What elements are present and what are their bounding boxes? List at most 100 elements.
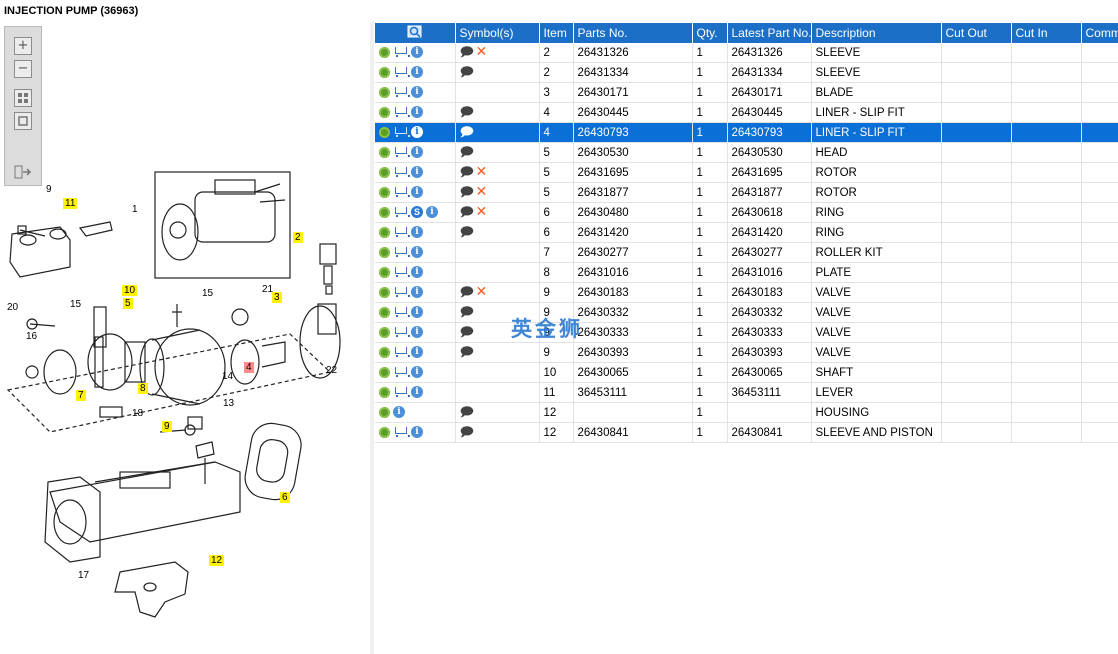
comment-bubble-icon[interactable]: 🗩 — [460, 286, 474, 299]
callout-20[interactable]: 20 — [5, 302, 20, 313]
delete-x-icon[interactable]: ✕ — [476, 185, 489, 199]
gear-icon[interactable] — [379, 386, 390, 398]
cell-comment[interactable] — [1081, 322, 1118, 343]
callout-6[interactable]: 6 — [280, 492, 290, 503]
cell-cut-out[interactable] — [941, 402, 1012, 423]
gear-icon[interactable] — [379, 66, 390, 78]
cart-icon[interactable] — [393, 46, 410, 58]
cart-icon[interactable] — [393, 166, 410, 178]
info-icon[interactable]: i — [411, 186, 423, 199]
comment-bubble-icon[interactable]: 🗩 — [460, 346, 474, 359]
cart-icon[interactable] — [393, 426, 410, 438]
info-icon[interactable]: i — [411, 426, 423, 439]
cell-cut-out[interactable] — [941, 43, 1012, 63]
cell-cut-out[interactable] — [941, 342, 1012, 363]
info-icon[interactable]: i — [411, 346, 423, 359]
cell-cut-out[interactable] — [941, 82, 1012, 103]
panel-splitter[interactable] — [370, 22, 374, 654]
cell-cut-in[interactable] — [1011, 402, 1082, 423]
cell-comment[interactable] — [1081, 202, 1118, 223]
callout-3[interactable]: 3 — [272, 292, 282, 303]
cell-cut-out[interactable] — [941, 222, 1012, 243]
cell-cut-in[interactable] — [1011, 43, 1082, 63]
cart-icon[interactable] — [393, 66, 410, 78]
cart-icon[interactable] — [393, 106, 410, 118]
info-icon[interactable]: i — [411, 246, 423, 259]
table-row[interactable]: i 🗩 2 26431334 1 26431334 SLEEVE — [375, 62, 1118, 83]
frame-icon[interactable] — [14, 112, 32, 130]
table-row[interactable]: i 🗩 ✕ 5 26431877 1 26431877 ROTOR — [375, 182, 1118, 203]
table-row[interactable]: i 🗩 ✕ 5 26431695 1 26431695 ROTOR — [375, 162, 1118, 183]
cell-cut-in[interactable] — [1011, 242, 1082, 263]
delete-x-icon[interactable]: ✕ — [476, 45, 489, 59]
cell-cut-in[interactable] — [1011, 142, 1082, 163]
callout-15b[interactable]: 15 — [200, 288, 215, 299]
cell-comment[interactable] — [1081, 302, 1118, 323]
callout-17[interactable]: 17 — [76, 570, 91, 581]
callout-9[interactable]: 9 — [44, 184, 54, 195]
cell-cut-in[interactable] — [1011, 122, 1082, 143]
gear-icon[interactable] — [379, 346, 390, 358]
cell-cut-in[interactable] — [1011, 222, 1082, 243]
cell-cut-out[interactable] — [941, 262, 1012, 283]
info-icon[interactable]: i — [411, 286, 423, 299]
search-icon[interactable] — [407, 25, 423, 39]
table-row[interactable]: i 🗩 12 26430841 1 26430841 SLEEVE AND PISTON — [375, 422, 1118, 443]
comment-bubble-icon[interactable]: 🗩 — [460, 406, 474, 419]
comment-bubble-icon[interactable]: 🗩 — [460, 186, 474, 199]
cell-cut-in[interactable] — [1011, 102, 1082, 123]
info-icon[interactable]: i — [411, 166, 423, 179]
cell-cut-out[interactable] — [941, 362, 1012, 383]
cell-cut-in[interactable] — [1011, 322, 1082, 343]
comment-bubble-icon[interactable]: 🗩 — [460, 66, 474, 79]
cell-cut-in[interactable] — [1011, 342, 1082, 363]
comment-bubble-icon[interactable]: 🗩 — [460, 226, 474, 239]
info-icon[interactable]: i — [411, 46, 423, 59]
cell-comment[interactable] — [1081, 182, 1118, 203]
comment-bubble-icon[interactable]: 🗩 — [460, 46, 474, 59]
delete-x-icon[interactable]: ✕ — [476, 285, 489, 299]
cell-cut-in[interactable] — [1011, 202, 1082, 223]
gear-icon[interactable] — [379, 286, 390, 298]
table-row[interactable]: i 7 26430277 1 26430277 ROLLER KIT — [375, 242, 1118, 263]
table-row[interactable]: i 🗩 4 26430445 1 26430445 LINER - SLIP FIT — [375, 102, 1118, 123]
header-comment[interactable]: Comment — [1081, 23, 1118, 43]
info-icon[interactable]: i — [411, 226, 423, 239]
callout-2[interactable]: 2 — [293, 232, 303, 243]
info-icon[interactable]: i — [411, 386, 423, 399]
header-qty[interactable]: Qty. — [692, 23, 728, 43]
info-icon[interactable]: i — [393, 406, 405, 419]
callout-8[interactable]: 8 — [138, 383, 148, 394]
info-icon[interactable]: i — [411, 326, 423, 339]
gear-icon[interactable] — [379, 146, 390, 158]
table-row[interactable]: i 🗩 4 26430793 1 26430793 LINER - SLIP FIT — [375, 122, 1118, 143]
comment-bubble-icon[interactable]: 🗩 — [460, 106, 474, 119]
cart-icon[interactable] — [393, 266, 410, 278]
cell-cut-out[interactable] — [941, 102, 1012, 123]
table-row[interactable]: i 🗩 ✕ 2 26431326 1 26431326 SLEEVE — [375, 43, 1118, 63]
fit-page-icon[interactable] — [14, 89, 32, 107]
s-badge-icon[interactable]: S — [411, 206, 423, 219]
gear-icon[interactable] — [379, 426, 390, 438]
cell-comment[interactable] — [1081, 342, 1118, 363]
comment-bubble-icon[interactable]: 🗩 — [460, 206, 474, 219]
cart-icon[interactable] — [393, 186, 410, 198]
callout-18[interactable]: 18 — [130, 408, 145, 419]
table-row[interactable]: i 🗩 9 26430393 1 26430393 VALVE — [375, 342, 1118, 363]
info-icon[interactable]: i — [411, 126, 423, 139]
info-icon[interactable]: i — [426, 206, 438, 219]
header-symbols[interactable]: Symbol(s) — [455, 23, 540, 43]
callout-4[interactable]: 4 — [244, 362, 254, 373]
cell-cut-out[interactable] — [941, 62, 1012, 83]
cell-cut-out[interactable] — [941, 382, 1012, 403]
cell-cut-out[interactable] — [941, 182, 1012, 203]
cell-comment[interactable] — [1081, 222, 1118, 243]
gear-icon[interactable] — [379, 306, 390, 318]
cart-icon[interactable] — [393, 146, 410, 158]
gear-icon[interactable] — [379, 106, 390, 118]
info-icon[interactable]: i — [411, 266, 423, 279]
cell-comment[interactable] — [1081, 102, 1118, 123]
comment-bubble-icon[interactable]: 🗩 — [460, 326, 474, 339]
zoom-in-button[interactable]: + — [14, 37, 32, 55]
callout-7[interactable]: 7 — [76, 390, 86, 401]
